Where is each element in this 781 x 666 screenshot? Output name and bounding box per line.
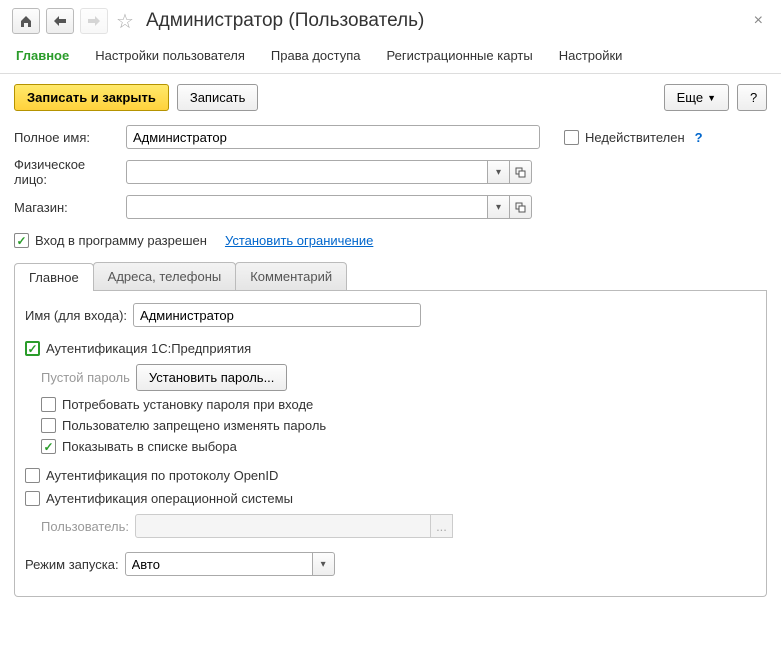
menu-access-rights[interactable]: Права доступа xyxy=(271,48,361,63)
auth-openid-checkbox[interactable] xyxy=(25,468,40,483)
show-in-list-label: Показывать в списке выбора xyxy=(62,439,237,454)
require-pw-change-label: Потребовать установку пароля при входе xyxy=(62,397,313,412)
launch-mode-dropdown-button[interactable]: ▾ xyxy=(313,552,335,576)
invalid-help-icon[interactable]: ? xyxy=(695,130,703,145)
person-label: Физическое лицо: xyxy=(14,157,120,187)
auth-1c-checkbox[interactable] xyxy=(25,341,40,356)
fullname-input[interactable] xyxy=(126,125,540,149)
back-button[interactable] xyxy=(46,8,74,34)
show-in-list-checkbox[interactable] xyxy=(41,439,56,454)
more-button[interactable]: Еще ▼ xyxy=(664,84,729,111)
store-label: Магазин: xyxy=(14,200,120,215)
empty-password-label: Пустой пароль xyxy=(41,370,130,385)
menu-settings[interactable]: Настройки xyxy=(559,48,623,63)
auth-openid-label: Аутентификация по протоколу OpenID xyxy=(46,468,278,483)
launch-mode-input[interactable] xyxy=(125,552,313,576)
forward-button xyxy=(80,8,108,34)
auth-1c-label: Аутентификация 1С:Предприятия xyxy=(46,341,251,356)
close-button[interactable]: × xyxy=(748,12,769,30)
auth-os-label: Аутентификация операционной системы xyxy=(46,491,293,506)
store-input[interactable] xyxy=(126,195,488,219)
person-input[interactable] xyxy=(126,160,488,184)
login-name-input[interactable] xyxy=(133,303,421,327)
person-open-button[interactable] xyxy=(510,160,532,184)
tab-addresses[interactable]: Адреса, телефоны xyxy=(93,262,237,290)
favorite-star-icon[interactable]: ☆ xyxy=(114,10,136,32)
tab-main[interactable]: Главное xyxy=(14,263,94,291)
save-close-button[interactable]: Записать и закрыть xyxy=(14,84,169,111)
os-user-browse-button: ... xyxy=(431,514,453,538)
launch-mode-label: Режим запуска: xyxy=(25,557,119,572)
invalid-label: Недействителен xyxy=(585,130,685,145)
fullname-label: Полное имя: xyxy=(14,130,120,145)
tab-comment[interactable]: Комментарий xyxy=(235,262,347,290)
menu-user-settings[interactable]: Настройки пользователя xyxy=(95,48,245,63)
cant-change-pw-checkbox[interactable] xyxy=(41,418,56,433)
require-pw-change-checkbox[interactable] xyxy=(41,397,56,412)
save-button[interactable]: Записать xyxy=(177,84,259,111)
store-dropdown-button[interactable]: ▾ xyxy=(488,195,510,219)
home-button[interactable] xyxy=(12,8,40,34)
auth-os-checkbox[interactable] xyxy=(25,491,40,506)
os-user-input xyxy=(135,514,431,538)
cant-change-pw-label: Пользователю запрещено изменять пароль xyxy=(62,418,326,433)
set-restriction-link[interactable]: Установить ограничение xyxy=(225,233,373,248)
login-allowed-checkbox[interactable] xyxy=(14,233,29,248)
store-open-button[interactable] xyxy=(510,195,532,219)
chevron-down-icon: ▼ xyxy=(707,93,716,103)
invalid-checkbox[interactable] xyxy=(564,130,579,145)
login-allowed-label: Вход в программу разрешен xyxy=(35,233,207,248)
window-title: Администратор (Пользователь) xyxy=(146,10,424,32)
set-password-button[interactable]: Установить пароль... xyxy=(136,364,287,391)
more-label: Еще xyxy=(677,90,703,105)
menu-main[interactable]: Главное xyxy=(16,48,69,63)
person-dropdown-button[interactable]: ▾ xyxy=(488,160,510,184)
os-user-label: Пользователь: xyxy=(41,519,129,534)
menu-reg-cards[interactable]: Регистрационные карты xyxy=(387,48,533,63)
help-button[interactable]: ? xyxy=(737,84,767,111)
login-name-label: Имя (для входа): xyxy=(25,308,127,323)
